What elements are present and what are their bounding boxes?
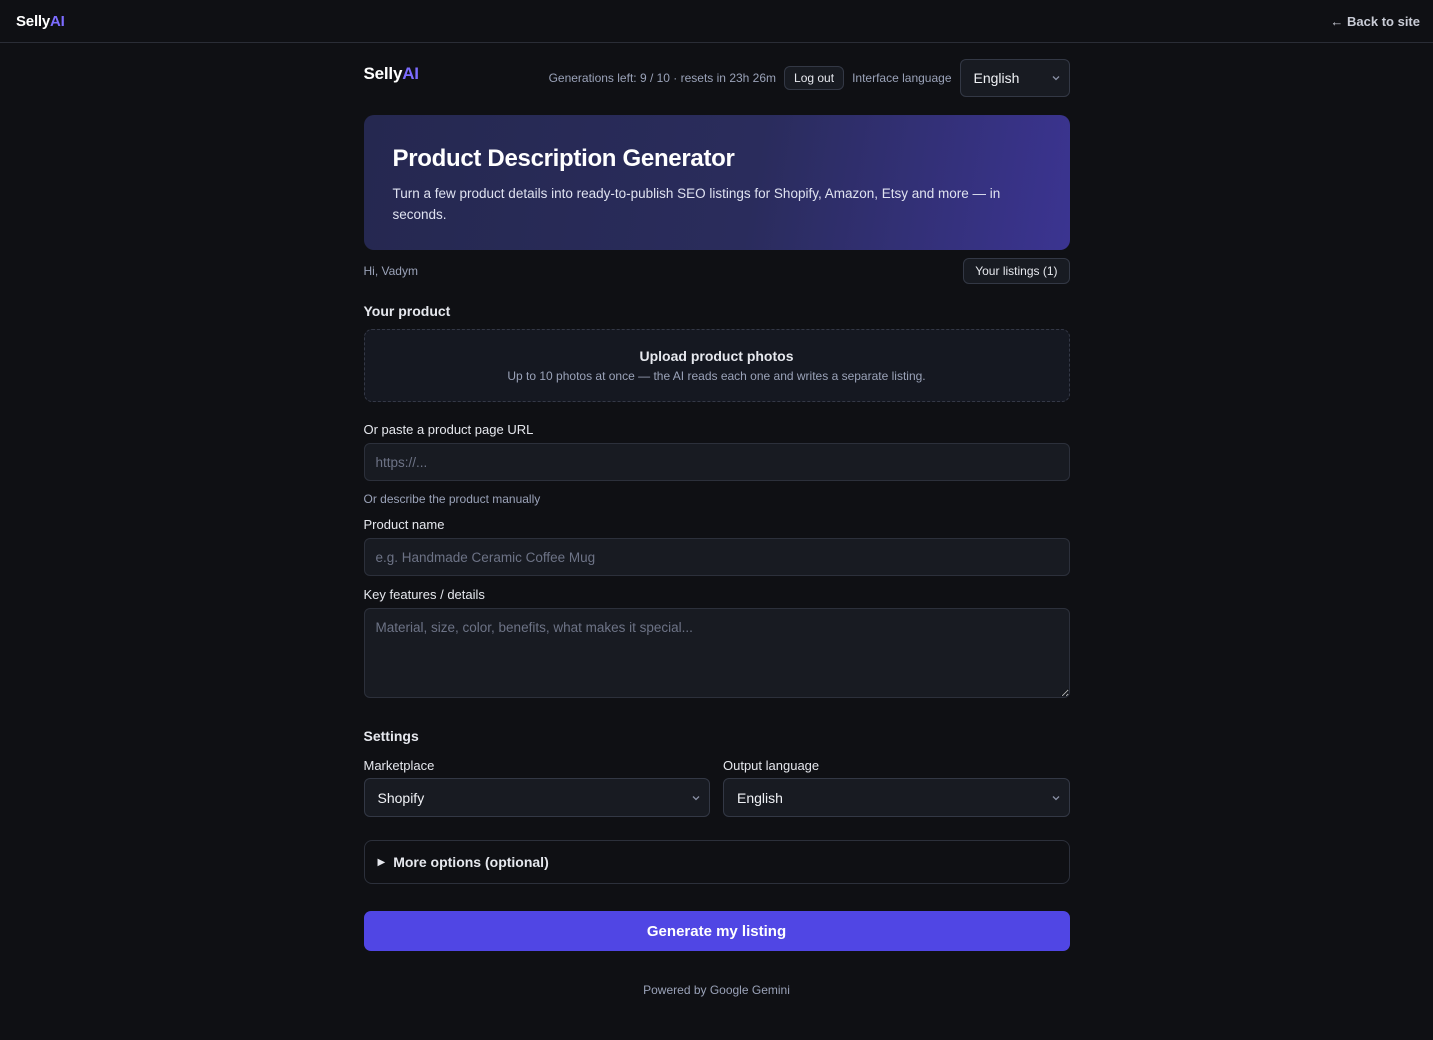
powered-by-footer: Powered by Google Gemini [643,983,790,997]
more-options-label: More options (optional) [393,854,549,870]
interface-language-select[interactable]: English [959,59,1070,97]
product-name-label: Product name [363,517,445,532]
generate-listing-button[interactable]: Generate my listing [363,911,1070,951]
output-language-label: Output language [723,758,820,773]
back-to-site-link[interactable]: ← Back to site [1330,14,1420,29]
url-label: Or paste a product page URL [363,422,534,437]
hero-banner: Product Description Generator Turn a few… [363,115,1070,250]
key-features-textarea[interactable] [363,608,1070,698]
marketplace-value: Shopify [377,789,425,806]
user-greeting: Hi, Vadym [363,263,418,278]
upload-title: Upload product photos [639,348,794,364]
output-language-value: English [737,789,783,806]
your-listings-button[interactable]: Your listings (1) [963,257,1070,284]
chevron-down-icon [1051,793,1061,803]
logo-text: Selly [16,12,51,30]
manual-description-hint: Or describe the product manually [363,492,541,506]
your-product-heading: Your product [363,303,451,319]
upload-subtitle: Up to 10 photos at once — the AI reads e… [507,369,926,383]
interface-language-value: English [973,70,1020,86]
marketplace-field: Marketplace Shopify [363,758,710,817]
top-bar: SellyAI ← Back to site [0,0,1433,43]
generations-counter: Generations left: 9 / 10 · resets in 23h… [548,71,777,85]
app-header: SellyAI Generations left: 9 / 10 · reset… [364,43,1070,113]
output-language-select[interactable]: English [723,778,1070,817]
settings-heading: Settings [363,728,419,744]
marketplace-label: Marketplace [363,758,435,773]
page-subtitle: Turn a few product details into ready-to… [392,186,1001,222]
logo-ai-text: AI [50,12,65,30]
chevron-down-icon [1051,73,1061,83]
settings-row: Marketplace Shopify Output language Engl… [363,758,1070,817]
photo-upload-dropzone[interactable]: Upload product photos Up to 10 photos at… [363,329,1070,402]
output-language-field: Output language English [723,758,1070,817]
product-name-input[interactable] [363,538,1070,576]
chevron-down-icon [691,793,701,803]
main-container: SellyAI Generations left: 9 / 10 · reset… [363,43,1070,997]
app-logo: SellyAI [363,64,420,84]
logout-button[interactable]: Log out [784,66,845,90]
triangle-right-icon: ▶ [377,856,386,868]
interface-language-label: Interface language [852,71,952,85]
user-row: Hi, Vadym Your listings (1) [363,257,1070,284]
product-url-input[interactable] [363,443,1070,481]
marketplace-select[interactable]: Shopify [363,778,710,817]
logo-ai-text: AI [402,64,419,83]
page-title: Product Description Generator [392,145,735,172]
logo-text: Selly [363,64,403,83]
header-controls: Generations left: 9 / 10 · resets in 23h… [549,59,1070,97]
site-logo[interactable]: SellyAI [16,13,65,30]
more-options-toggle[interactable]: ▶ More options (optional) [363,840,1070,884]
key-features-label: Key features / details [363,587,485,602]
